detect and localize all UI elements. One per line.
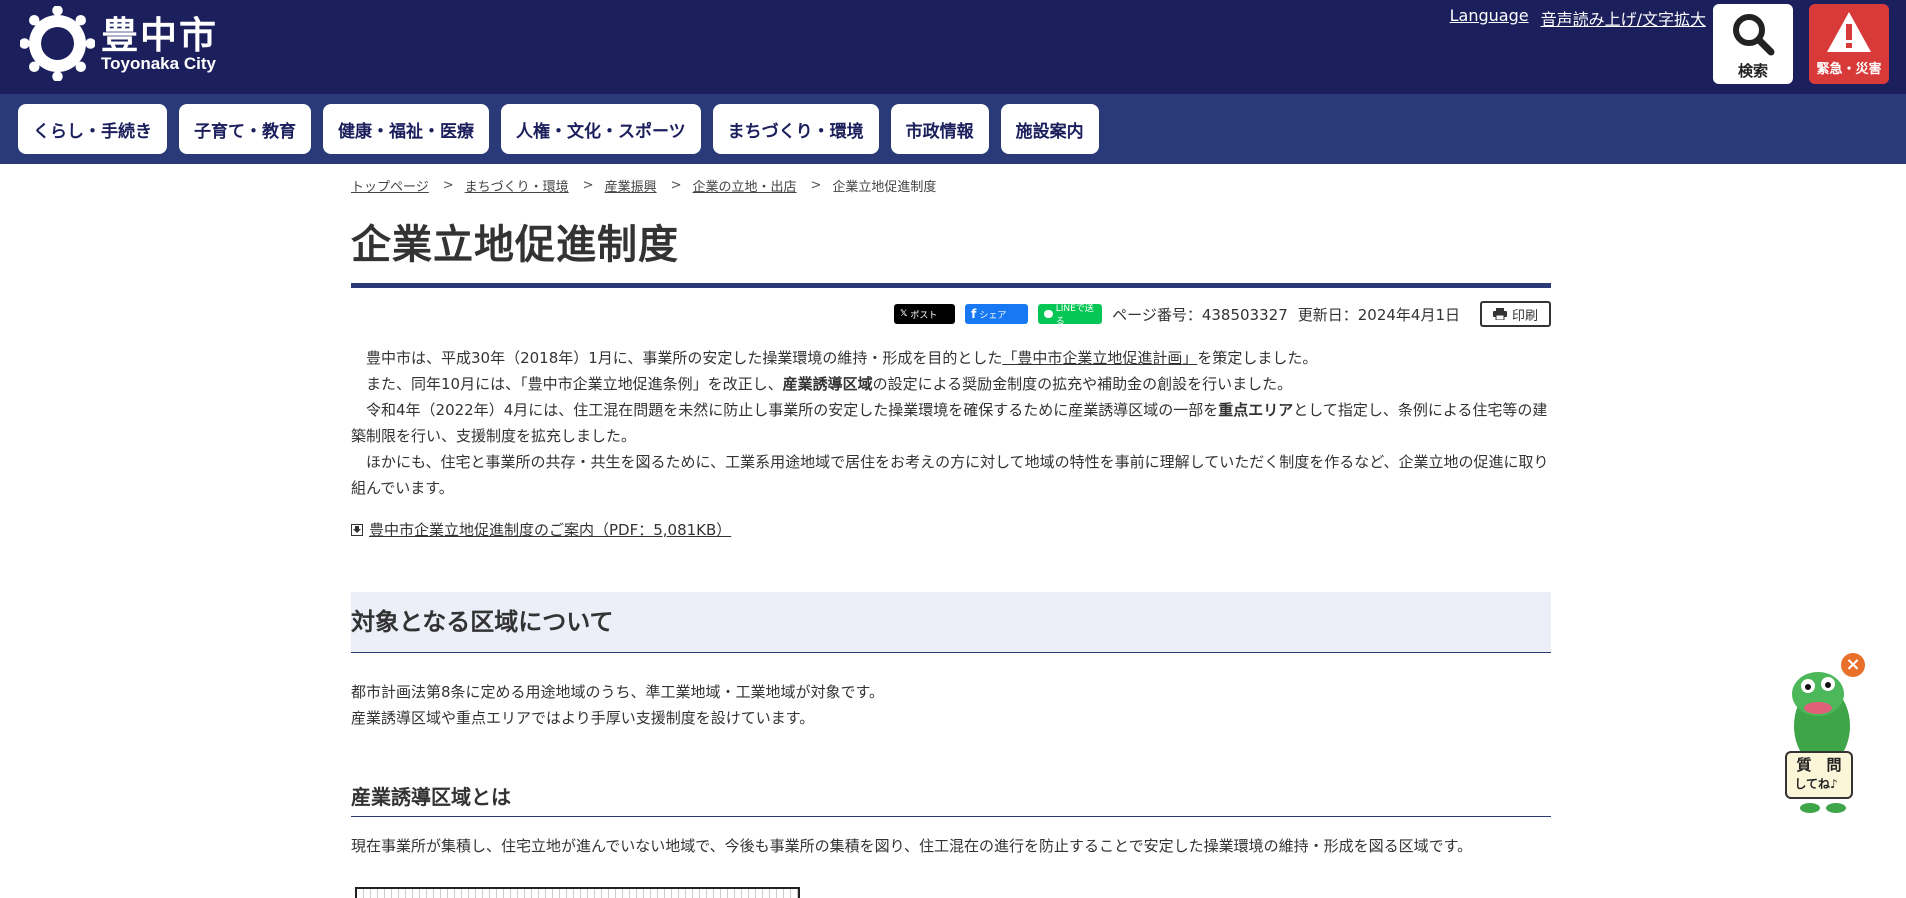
facebook-icon: f [971, 307, 977, 321]
search-label: 検索 [1737, 62, 1768, 80]
nav-item-town[interactable]: まちづくり・環境 [712, 104, 879, 154]
section-heading: 対象となる区域について [351, 592, 1551, 653]
language-link[interactable]: Language [1450, 6, 1529, 30]
pdf-download: 豊中市企業立地促進制度のご案内（PDF：5,081KB） [351, 519, 1551, 540]
intro-paragraph: 豊中市は、平成30年（2018年）1月に、事業所の安定した操業環境の維持・形成を… [351, 345, 1551, 371]
intro-text-span: 豊中市は、平成30年（2018年）1月に、事業所の安定した操業環境の維持・形成を… [366, 349, 1003, 367]
chevron-right-icon: > [670, 178, 682, 193]
x-icon: 𝕏 [900, 309, 908, 319]
nav-item-health[interactable]: 健康・福祉・医療 [323, 104, 489, 154]
search-button[interactable]: 検索 [1713, 4, 1793, 84]
section-line: 都市計画法第8条に定める用途地域のうち、準工業地域・工業地域が対象です。 [351, 683, 885, 701]
subsection-body: 現在事業所が集積し、住宅立地が進んでいない地域で、今後も事業所の集積を図り、住工… [351, 837, 1473, 855]
section-line: 産業誘導区域や重点エリアではより手厚い支援制度を設けています。 [351, 709, 815, 727]
download-icon [351, 524, 363, 536]
chevron-right-icon: > [442, 178, 454, 193]
breadcrumb-town[interactable]: まちづくり・環境 [465, 176, 569, 195]
warning-icon [1827, 12, 1871, 52]
main-content: トップページ > まちづくり・環境 > 産業振興 > 企業の立地・出店 > 企業… [351, 164, 1551, 898]
page-number: ページ番号：438503327 [1112, 305, 1288, 324]
nav-item-childcare[interactable]: 子育て・教育 [179, 104, 311, 154]
pdf-link[interactable]: 豊中市企業立地促進制度のご案内（PDF：5,081KB） [369, 519, 731, 540]
share-facebook-button[interactable]: f シェア [965, 304, 1029, 324]
subsection-heading: 産業誘導区域とは [351, 781, 1551, 817]
logo-english: Toyonaka City [101, 53, 216, 73]
nav-item-living[interactable]: くらし・手続き [18, 104, 167, 154]
share-x-button[interactable]: 𝕏 ポスト [894, 304, 956, 324]
intro-paragraph: ほかにも、住宅と事業所の共存・共生を図るために、工業系用途地域で居住をお考えの方… [351, 453, 1549, 497]
close-icon[interactable]: × [1841, 653, 1865, 677]
emergency-button[interactable]: 緊急・災害 [1809, 4, 1889, 84]
share-facebook-label: シェア [979, 310, 1007, 321]
line-icon [1044, 310, 1053, 318]
share-line-label: LINEで送る [1055, 304, 1094, 327]
print-button[interactable]: 印刷 [1480, 301, 1551, 327]
site-logo[interactable]: 豊中市 Toyonaka City [20, 6, 218, 81]
page-title: 企業立地促進制度 [351, 215, 1551, 288]
share-line-button[interactable]: LINEで送る [1038, 304, 1103, 327]
logo-japanese: 豊中市 [101, 13, 218, 57]
intro-text: 豊中市は、平成30年（2018年）1月に、事業所の安定した操業環境の維持・形成を… [351, 345, 1551, 501]
intro-paragraph: また、同年10月には、「豊中市企業立地促進条例」を改正し、産業誘導区域の設定によ… [351, 371, 1551, 397]
printer-icon [1492, 308, 1507, 320]
city-emblem-icon [20, 6, 95, 81]
share-x-label: ポスト [910, 310, 938, 321]
global-nav: くらし・手続き 子育て・教育 健康・福祉・医療 人権・文化・スポーツ まちづくり… [0, 94, 1906, 164]
emergency-label: 緊急・災害 [1816, 62, 1882, 77]
breadcrumb-home[interactable]: トップページ [351, 176, 429, 195]
print-label: 印刷 [1511, 308, 1538, 324]
plan-link[interactable]: 「豊中市企業立地促進計画」 [1002, 349, 1197, 367]
breadcrumb: トップページ > まちづくり・環境 > 産業振興 > 企業の立地・出店 > 企業… [351, 176, 1551, 195]
svg-text:してね♪: してね♪ [1794, 777, 1837, 791]
intro-paragraph: 令和4年（2022年）4月には、住工混在問題を未然に防止し事業所の安定した操業環… [351, 397, 1551, 449]
chevron-right-icon: > [810, 178, 822, 193]
intro-text-span: を策定しました。 [1197, 349, 1318, 367]
intro-bold: 産業誘導区域 [782, 375, 873, 393]
intro-text-span: の設定による奨励金制度の拡充や補助金の創設を行いました。 [872, 375, 1293, 393]
map-image [355, 887, 800, 898]
search-icon [1733, 14, 1775, 56]
read-aloud-link[interactable]: 音声読み上げ/文字拡大 [1541, 6, 1706, 30]
intro-bold: 重点エリア [1218, 401, 1294, 419]
nav-item-city-info[interactable]: 市政情報 [890, 104, 989, 154]
svg-text:質 問: 質 問 [1796, 756, 1841, 774]
updated-date: 更新日：2024年4月1日 [1297, 305, 1460, 324]
breadcrumb-current: 企業立地促進制度 [832, 180, 937, 195]
nav-item-culture[interactable]: 人権・文化・スポーツ [501, 104, 701, 154]
breadcrumb-industry[interactable]: 産業振興 [605, 176, 657, 195]
utility-links: Language 音声読み上げ/文字拡大 [1450, 6, 1706, 30]
breadcrumb-location[interactable]: 企業の立地・出店 [693, 176, 797, 195]
chevron-right-icon: > [582, 178, 594, 193]
intro-text-span: 令和4年（2022年）4月には、住工混在問題を未然に防止し事業所の安定した操業環… [366, 401, 1219, 419]
page-meta: 𝕏 ポスト f シェア LINEで送る ページ番号：438503327 更新日：… [351, 301, 1551, 327]
site-header: 豊中市 Toyonaka City Language 音声読み上げ/文字拡大 検… [0, 0, 1906, 94]
nav-item-facilities[interactable]: 施設案内 [1000, 104, 1099, 154]
intro-text-span: また、同年10月には、「豊中市企業立地促進条例」を改正し、 [366, 375, 783, 393]
section-body: 都市計画法第8条に定める用途地域のうち、準工業地域・工業地域が対象です。 産業誘… [351, 679, 1551, 731]
